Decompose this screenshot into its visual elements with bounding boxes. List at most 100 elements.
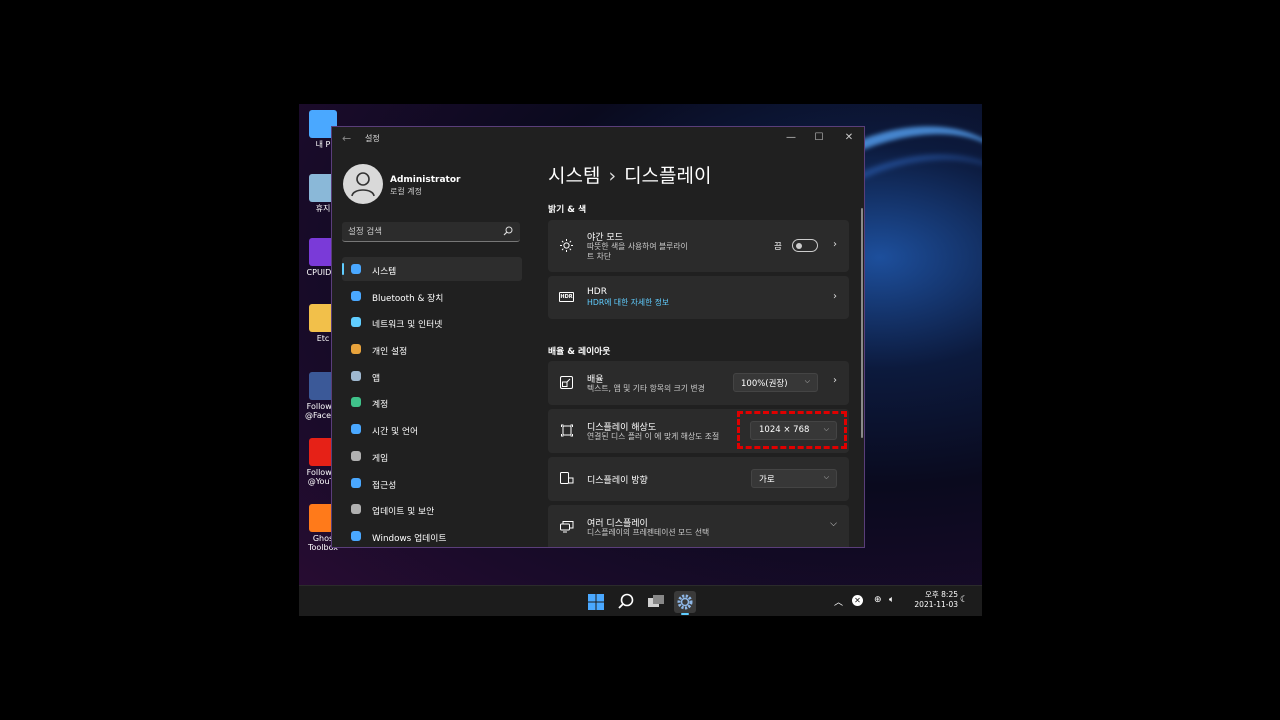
chevron-down-icon[interactable]: ⌵ [830, 519, 837, 529]
resolution-icon [561, 424, 573, 437]
search-button[interactable] [615, 591, 637, 613]
title-bar: ← 설정 — ☐ ✕ [332, 127, 864, 149]
orientation-icon [560, 472, 574, 484]
chevron-right-icon[interactable]: › [833, 375, 837, 386]
page-title: 디스플레이 [624, 165, 712, 187]
windows-icon [588, 594, 604, 610]
chevron-down-icon: ⌵ [804, 377, 810, 385]
apps-icon [351, 370, 361, 381]
network-globe-icon[interactable]: ⊕ [874, 595, 882, 605]
sidebar-item-label: 시스템 [372, 267, 397, 277]
sidebar-item-label: Bluetooth & 장치 [372, 293, 444, 304]
hdr-title: HDR [587, 287, 607, 297]
back-arrow-icon[interactable]: ← [342, 132, 351, 145]
sidebar-item[interactable]: 시간 및 언어 [342, 417, 522, 441]
scrollbar[interactable] [861, 208, 863, 438]
scale-icon [560, 376, 573, 389]
section-brightness: 밝기 & 색 [548, 205, 587, 215]
night-light-desc-1: 따뜻한 색을 사용하여 블루라이 [587, 242, 688, 251]
start-button[interactable] [585, 591, 607, 613]
user-icon [351, 172, 375, 197]
maximize-button[interactable]: ☐ [809, 130, 829, 146]
close-button[interactable]: ✕ [839, 130, 859, 146]
search-input[interactable] [348, 225, 498, 239]
multiple-displays-icon [560, 521, 574, 533]
chevron-right-icon[interactable]: › [833, 291, 837, 302]
sidebar-item-label: Windows 업데이트 [372, 533, 447, 544]
sidebar-item[interactable]: 접근성 [342, 471, 522, 495]
scale-desc: 텍스트, 앱 및 기타 항목의 크기 변경 [587, 384, 705, 393]
avatar[interactable] [343, 164, 383, 204]
orientation-title: 디스플레이 방향 [587, 476, 648, 486]
window-title: 설정 [365, 134, 380, 143]
hdr-card[interactable]: HDR HDR HDR에 대한 자세한 정보 › [548, 276, 849, 319]
account-type: 로컬 계정 [390, 187, 422, 196]
breadcrumb-separator: › [608, 165, 617, 187]
focus-moon-icon[interactable]: ☾ [960, 595, 968, 605]
clock-time: 오후 8:25 [924, 590, 958, 599]
account-icon [351, 397, 361, 408]
clock[interactable]: 오후 8:25 2021-11-03 [910, 590, 958, 610]
search-icon [618, 593, 634, 609]
sidebar-item[interactable]: 업데이트 및 보안 [342, 497, 522, 521]
section-scale-layout: 배율 & 레이아웃 [548, 347, 611, 357]
task-view-button[interactable] [645, 591, 667, 613]
taskbar: ︿ ✕ ⊕ 🔈︎ 오후 8:25 2021-11-03 ☾ [299, 585, 982, 616]
scale-dropdown[interactable]: 100%(권장) ⌵ [733, 373, 818, 392]
scale-card[interactable]: 배율 텍스트, 앱 및 기타 항목의 크기 변경 100%(권장) ⌵ › [548, 361, 849, 405]
gamepad-icon [351, 450, 361, 461]
sidebar-item-label: 접근성 [372, 480, 397, 491]
breadcrumb-parent[interactable]: 시스템 [548, 165, 600, 187]
scale-value: 100%(권장) [741, 379, 788, 389]
multiple-displays-card[interactable]: 여러 디스플레이 디스플레이의 프레젠테이션 모드 선택 ⌵ [548, 505, 849, 547]
breadcrumb: 시스템 › 디스플레이 [548, 161, 711, 188]
chevron-down-icon: ⌵ [823, 473, 829, 481]
brightness-icon [560, 239, 573, 252]
night-light-state: 끔 [774, 242, 782, 252]
resolution-highlight-annotation [737, 411, 847, 449]
chevron-up-icon[interactable]: ︿ [834, 595, 843, 608]
sidebar-item-label: 계정 [372, 400, 389, 411]
night-light-toggle[interactable] [792, 239, 818, 252]
sidebar-nav: 시스템 Bluetooth & 장치네트워크 및 인터넷개인 설정앱계정시간 및 … [342, 257, 522, 547]
sidebar-item-label: 앱 [372, 373, 381, 384]
notification-error-icon[interactable]: ✕ [852, 595, 863, 606]
shield-icon [351, 504, 361, 515]
orientation-dropdown[interactable]: 가로 ⌵ [751, 469, 837, 488]
sidebar-item[interactable]: 게임 [342, 444, 522, 468]
multiple-displays-desc: 디스플레이의 프레젠테이션 모드 선택 [587, 528, 710, 537]
accessibility-icon [351, 477, 361, 488]
night-light-card[interactable]: 야간 모드 따뜻한 색을 사용하여 블루라이 트 차단 끔 › [548, 220, 849, 272]
hdr-icon: HDR [559, 292, 574, 302]
wifi-icon [351, 317, 361, 328]
sidebar-item-label: 업데이트 및 보안 [372, 507, 435, 518]
user-name: Administrator [390, 175, 461, 185]
sidebar-item[interactable]: Bluetooth & 장치 [342, 284, 522, 308]
search-box[interactable] [342, 222, 520, 242]
sidebar-item-label: 개인 설정 [372, 347, 408, 358]
orientation-card[interactable]: 디스플레이 방향 가로 ⌵ [548, 457, 849, 501]
update-icon [351, 530, 361, 541]
sidebar-item-label: 게임 [372, 453, 389, 464]
chevron-right-icon[interactable]: › [833, 239, 837, 250]
bluetooth-icon [351, 290, 361, 301]
sidebar-item[interactable]: 네트워크 및 인터넷 [342, 310, 522, 334]
sidebar-item[interactable]: 개인 설정 [342, 337, 522, 361]
sidebar-item[interactable]: Windows 업데이트 [342, 524, 522, 547]
settings-taskbar-button[interactable] [674, 591, 696, 615]
sidebar-item-label: 네트워크 및 인터넷 [372, 320, 443, 331]
sidebar-item[interactable]: 앱 [342, 364, 522, 388]
minimize-button[interactable]: — [781, 130, 801, 146]
system-icon [351, 264, 361, 274]
night-light-desc-2: 트 차단 [587, 252, 611, 261]
sidebar-item-label: 시간 및 언어 [372, 427, 419, 438]
settings-window: ← 설정 — ☐ ✕ Administrator 로컬 계정 시스템 Blueto… [331, 126, 865, 548]
orientation-value: 가로 [759, 475, 775, 485]
resolution-desc: 연결된 디스 플러 이 에 맞게 해상도 조절 [587, 432, 720, 441]
sidebar-item[interactable]: 계정 [342, 390, 522, 414]
hdr-info-link[interactable]: HDR에 대한 자세한 정보 [587, 298, 669, 308]
volume-icon[interactable]: 🔈︎ [889, 595, 894, 605]
search-icon[interactable] [503, 226, 513, 236]
sidebar-item[interactable]: 시스템 [342, 257, 522, 281]
globe-clock-icon [351, 424, 361, 435]
